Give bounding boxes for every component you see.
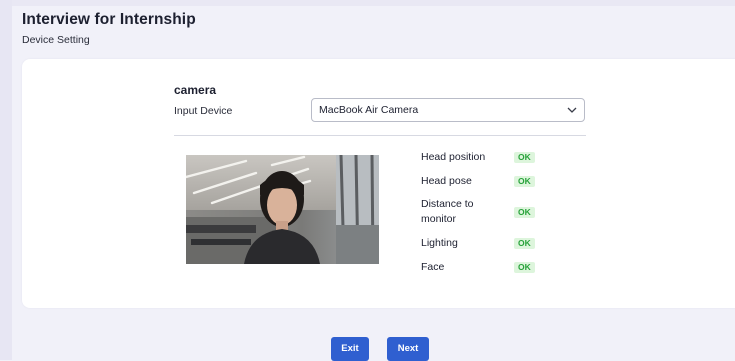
exit-button[interactable]: Exit [331,337,369,361]
check-lighting-status: OK [514,238,535,249]
left-edge [0,0,12,360]
check-distance-label-line2: monitor [421,213,457,225]
camera-preview-image [186,155,379,264]
check-distance-status: OK [514,207,535,218]
camera-heading: camera [174,83,217,97]
input-device-select[interactable]: MacBook Air Camera [311,98,585,122]
check-face-status: OK [514,262,535,273]
input-device-value: MacBook Air Camera [319,104,419,116]
check-lighting-label: Lighting [421,237,458,249]
check-head-position-label: Head position [421,151,486,163]
check-distance-label-line1: Distance to [421,198,474,210]
check-head-pose-label: Head pose [421,175,472,187]
top-edge [0,0,735,6]
page-subtitle: Device Setting [22,34,90,46]
page-title: Interview for Internship [22,11,196,28]
camera-preview [186,155,379,264]
divider [174,135,586,136]
check-head-position-status: OK [514,152,535,163]
check-distance-label: Distance to monitor [421,197,474,227]
check-face-label: Face [421,261,445,273]
next-button[interactable]: Next [387,337,429,361]
check-head-pose-status: OK [514,176,535,187]
input-device-label: Input Device [174,105,233,117]
chevron-down-icon [567,107,577,113]
